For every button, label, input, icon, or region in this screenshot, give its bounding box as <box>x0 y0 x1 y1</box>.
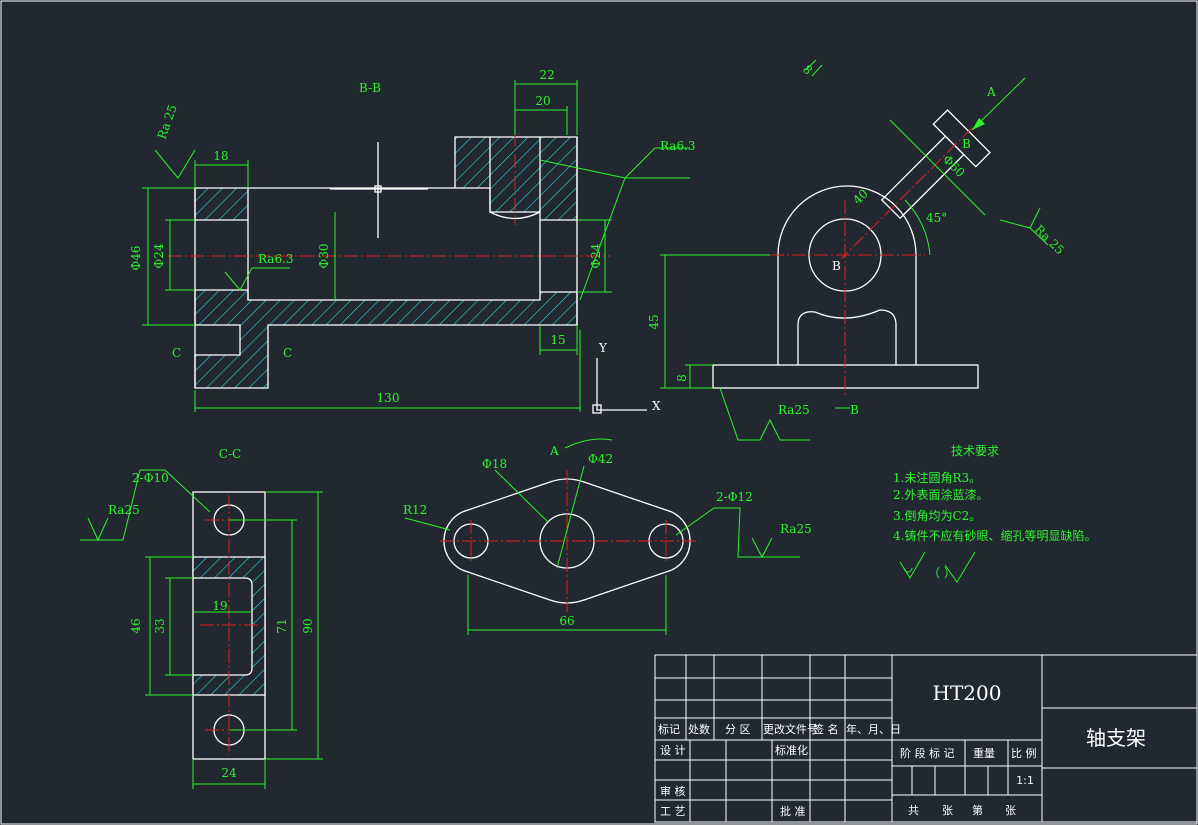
dim-24a-line <box>165 219 195 291</box>
part-name-text: 轴支架 <box>1086 726 1146 750</box>
dim-phi46: Φ46 <box>129 245 143 270</box>
view-a-arrow-label: A <box>986 85 996 99</box>
dim-phi24-left: Φ24 <box>152 243 166 268</box>
dim-19: 19 <box>212 599 227 613</box>
dim-22: 22 <box>539 68 554 82</box>
view-a: A Φ18 Φ42 R12 2-Φ12 Ra25 66 <box>403 438 812 635</box>
header-biaoji: 标记 <box>658 722 680 736</box>
label-sheji: 设 计 <box>660 744 686 757</box>
header-gengai: 更改文件号 <box>763 722 818 736</box>
dim-2phi10: 2-Φ10 <box>132 471 169 485</box>
dim-45deg-arc <box>904 199 931 256</box>
view-a-label: A <box>549 444 559 458</box>
roughness-symbol-left <box>154 149 196 179</box>
tech-req-title: 技术要求 <box>951 444 999 458</box>
tech-req-item-4: 4.铸件不应有砂眼、缩孔等明显缺陷。 <box>893 528 1096 543</box>
ucs-icon: Y X <box>592 341 661 414</box>
section-cc-label: C-C <box>219 447 241 461</box>
dim-18-line <box>194 160 249 188</box>
dim-15: 15 <box>550 333 565 347</box>
support-slot <box>797 309 897 365</box>
dim-r12: R12 <box>403 503 427 517</box>
view-a-arc <box>564 438 613 449</box>
title-block: HT200 轴支架 标记 处数 分 区 更改文件号 签 名 年、月、日 设 计 … <box>654 654 1198 823</box>
dim-phi30: Φ30 <box>317 243 331 268</box>
tech-req-item-1: 1.未注圆角R3。 <box>893 470 981 485</box>
label-shenhe: 审 核 <box>660 784 686 798</box>
roughness-ra63-inner: Ra6.3 <box>258 252 294 266</box>
label-zhongliang: 重量 <box>973 746 995 760</box>
label-gongyi: 工 艺 <box>660 805 686 818</box>
side-view: B B B A 8 Φ60 40 45° 45 8 Ra 25 Ra25 <box>647 59 1067 441</box>
tech-req-item-2: 2.外表面涂蓝漆。 <box>893 487 988 502</box>
section-bb-label: B-B <box>359 81 381 95</box>
inclined-arm <box>841 109 991 259</box>
dim-66: 66 <box>559 614 574 628</box>
dim-46-cc: 46 <box>129 618 143 633</box>
roughness-symbol-inner <box>224 267 290 291</box>
dim-phi42: Φ42 <box>588 452 613 466</box>
label-pizhun: 批 准 <box>780 804 806 818</box>
label-b-bottom: B <box>850 403 859 417</box>
tech-req-item-3: 3.倒角均为C2。 <box>893 509 981 523</box>
header-fenqu: 分 区 <box>725 723 751 736</box>
section-cc-view: C-C 2-Φ10 Ra25 46 33 19 71 90 24 <box>80 447 323 789</box>
dim-24-cc: 24 <box>221 766 237 780</box>
label-zhang1: 张 <box>942 804 953 817</box>
dim-8-base: 8 <box>675 374 689 382</box>
dim-45-deg: 45° <box>926 211 947 225</box>
tech-req-symbol-note: （ ） <box>928 566 956 580</box>
label-zhang2: 张 <box>1005 804 1016 817</box>
dim-phi18-leader <box>494 469 549 523</box>
dim-33: 33 <box>153 618 167 633</box>
roughness-ra25-side: Ra 25 <box>1032 222 1067 257</box>
dim-20-line <box>515 106 568 135</box>
dim-33-line <box>165 577 193 676</box>
label-biaozhunhua: 标准化 <box>775 743 808 757</box>
section-bb-view: B-B 22 20 18 Φ46 Φ24 Φ30 Φ24 15 130 C C … <box>129 68 696 412</box>
ucs-x-label: X <box>652 399 661 413</box>
dim-45: 45 <box>647 314 661 329</box>
roughness-ra63-right: Ra6.3 <box>660 139 696 153</box>
dim-2phi12: 2-Φ12 <box>716 490 753 504</box>
dim-r12-leader <box>404 517 451 531</box>
label-gong: 共 <box>908 804 919 817</box>
roughness-ra25-cc: Ra25 <box>108 503 140 517</box>
label-jieduan: 阶 段 标 记 <box>900 746 955 760</box>
ucs-y-label: Y <box>598 341 608 355</box>
shaft-body-top <box>194 136 578 221</box>
shaft-body-bottom <box>194 289 578 389</box>
label-b-top: B <box>962 137 971 151</box>
dim-130: 130 <box>377 391 400 405</box>
dim-8-base-line <box>685 364 713 388</box>
scale-value: 1:1 <box>1016 774 1034 787</box>
roughness-general-symbol <box>899 551 926 579</box>
header-chushu: 处数 <box>688 723 710 736</box>
dim-71: 71 <box>275 618 289 633</box>
label-b: B <box>832 259 841 273</box>
dim-18: 18 <box>213 149 228 163</box>
dim-60-line <box>889 119 986 216</box>
header-qianming: 签 名 <box>813 722 839 736</box>
cut-label-c-left: C <box>172 346 181 360</box>
label-di: 第 <box>972 803 983 817</box>
dim-45-line <box>660 254 770 389</box>
roughness-ra25-left: Ra 25 <box>155 103 180 141</box>
technical-requirements: 技术要求 1.未注圆角R3。 2.外表面涂蓝漆。 3.倒角均为C2。 4.铸件不… <box>893 444 1096 583</box>
material-text: HT200 <box>933 681 1002 705</box>
dim-20: 20 <box>535 94 550 108</box>
label-bili: 比 例 <box>1011 746 1037 760</box>
roughness-ra25-top: Ra25 <box>780 522 812 536</box>
drawing-canvas: B-B 22 20 18 Φ46 Φ24 Φ30 Φ24 15 130 C C … <box>0 0 1198 825</box>
roughness-ra25-base: Ra25 <box>778 403 810 417</box>
header-date: 年、月、日 <box>846 722 901 736</box>
dim-phi18: Φ18 <box>482 457 507 471</box>
cut-label-c-right: C <box>283 346 292 360</box>
dim-90: 90 <box>301 618 315 633</box>
